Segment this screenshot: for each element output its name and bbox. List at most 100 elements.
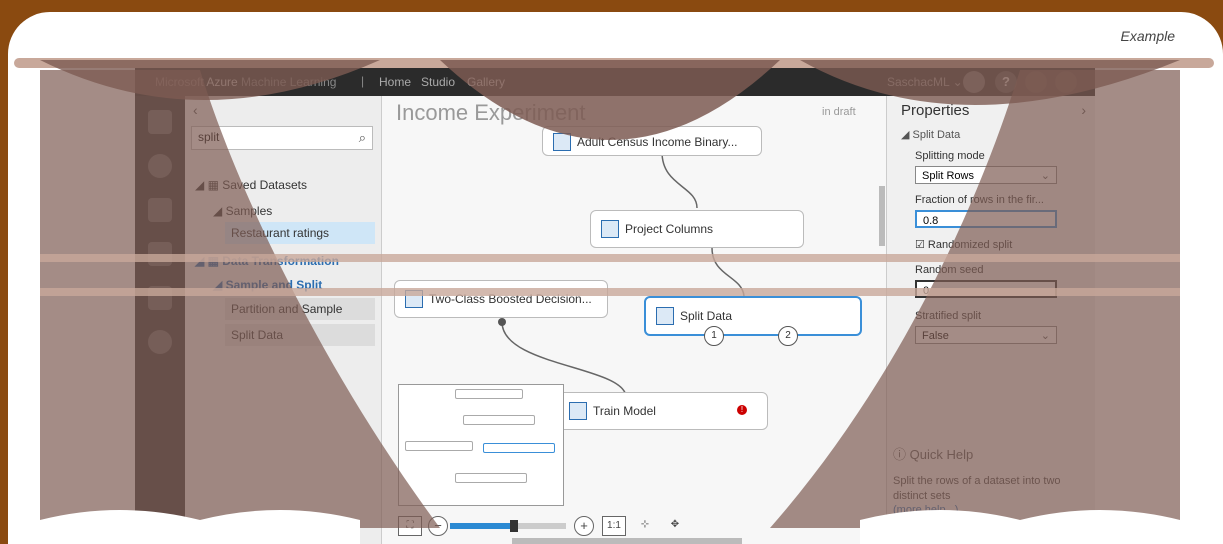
properties-title: Properties	[901, 102, 970, 119]
nav-separator: |	[361, 74, 365, 88]
tree-leaf-split-data[interactable]: Split Data	[225, 324, 375, 346]
dataset-icon	[553, 133, 571, 151]
tree-leaf-partition-and-sample[interactable]: Partition and Sample	[225, 298, 375, 320]
splitting-mode-value: Split Rows	[922, 170, 974, 182]
minimap-node-split	[483, 443, 555, 453]
properties-panel: Properties › ◢ Split Data Splitting mode…	[886, 96, 1095, 544]
node-label: Two-Class Boosted Decision...	[429, 292, 592, 306]
module-palette: ‹ ⌕ ◢ ▦ Saved Datasets ◢ Samples Restaur…	[185, 96, 382, 544]
table-transform-icon	[601, 220, 619, 238]
zoom-in-button[interactable]: +	[574, 516, 594, 536]
output-port-twoclass	[498, 318, 506, 326]
zoom-slider[interactable]	[450, 520, 566, 532]
search-input[interactable]	[192, 127, 354, 147]
output-port-1[interactable]: 1	[704, 326, 724, 346]
actual-size-button[interactable]: 1:1	[602, 516, 626, 536]
tree-samples[interactable]: ◢ Samples	[213, 204, 272, 218]
properties-section[interactable]: ◢ Split Data	[901, 128, 960, 141]
minimap-node-project	[463, 415, 535, 425]
presentation-frame: Example Microsoft Azure Machine Learning…	[8, 12, 1223, 544]
model-icon	[405, 290, 423, 308]
quick-help-title[interactable]: ⓘ Quick Help	[893, 444, 973, 463]
randomized-split-checkbox[interactable]: ☑ Randomized split	[915, 238, 1012, 251]
minimap-node-twoclass	[405, 441, 473, 451]
minimap-node-census	[455, 389, 523, 399]
nav-home[interactable]: Home	[379, 75, 411, 89]
experiments-flask-icon[interactable]	[148, 110, 172, 134]
fraction-input[interactable]: 0.8	[915, 210, 1057, 228]
fit-to-screen-icon[interactable]: ⛶	[398, 516, 422, 536]
model-icon	[569, 402, 587, 420]
search-icon[interactable]: ⌕	[359, 130, 366, 146]
zoom-out-button[interactable]: −	[428, 516, 448, 536]
nav-studio[interactable]: Studio	[421, 75, 455, 89]
help-icon[interactable]: ?	[995, 71, 1017, 93]
tree-sample-and-split[interactable]: ◢ Sample and Split	[213, 278, 322, 292]
randomized-split-label: Randomized split	[927, 239, 1013, 251]
tree-leaf-restaurant-ratings[interactable]: Restaurant ratings	[225, 222, 375, 244]
node-adult-census-income[interactable]: Adult Census Income Binary...	[542, 126, 762, 156]
example-label: Example	[1120, 28, 1175, 44]
brand-product: Machine Learning	[241, 75, 337, 89]
stratified-split-label: Stratified split	[915, 310, 982, 322]
tree-data-transformation-label: Data Transformation	[222, 254, 339, 268]
node-project-columns[interactable]: Project Columns	[590, 210, 804, 248]
connector-project-to-split	[711, 247, 745, 297]
random-seed-input[interactable]: 0	[915, 280, 1057, 298]
minimap-node-train	[455, 473, 527, 483]
zoom-toolbar: ⛶ − + 1:1 ⊹ ✥	[398, 514, 698, 538]
error-icon[interactable]: !	[737, 405, 747, 415]
tree-samples-label: Samples	[225, 204, 273, 218]
feedback-smiley-icon[interactable]	[1055, 71, 1077, 93]
node-two-class-boosted-decision-tree[interactable]: Two-Class Boosted Decision...	[394, 280, 608, 318]
web-services-globe-icon[interactable]	[148, 154, 172, 178]
tree-sample-and-split-label: Sample and Split	[225, 278, 323, 292]
node-label: Train Model	[593, 404, 656, 418]
node-label: Project Columns	[625, 222, 714, 236]
fraction-label: Fraction of rows in the fir...	[915, 194, 1044, 206]
tree-saved-datasets-label: Saved Datasets	[222, 178, 307, 192]
center-icon[interactable]: ⊹	[634, 516, 656, 534]
experiment-canvas[interactable]: Income Experiment in draft Adult Census …	[382, 96, 886, 544]
nav-gallery[interactable]: Gallery	[467, 75, 505, 89]
node-label: Adult Census Income Binary...	[577, 135, 738, 149]
output-port-2[interactable]: 2	[778, 326, 798, 346]
properties-section-label: Split Data	[912, 129, 961, 141]
table-transform-icon	[656, 307, 674, 325]
avatar[interactable]	[963, 71, 985, 93]
brand-title: Microsoft Azure Machine Learning	[155, 75, 336, 89]
more-help-link[interactable]: (more help...)	[893, 504, 958, 516]
collapse-palette-icon[interactable]: ‹	[193, 102, 198, 118]
notebooks-icon[interactable]	[148, 198, 172, 222]
stratified-split-value: False	[922, 330, 949, 342]
stratified-split-select[interactable]: False ⌄	[915, 326, 1057, 344]
top-navigation-bar: Microsoft Azure Machine Learning | Home …	[135, 68, 1095, 96]
azure-ml-studio-window: Microsoft Azure Machine Learning | Home …	[135, 68, 1095, 544]
pan-icon[interactable]: ✥	[664, 516, 686, 534]
curtain-rod	[14, 58, 1214, 68]
search-box: ⌕	[191, 126, 373, 150]
quick-help-title-label: Quick Help	[909, 447, 974, 462]
quick-help-text: Split the rows of a dataset into two dis…	[893, 475, 1061, 502]
left-icon-rail	[135, 96, 185, 544]
random-seed-label: Random seed	[915, 264, 984, 276]
canvas-vertical-scrollbar[interactable]	[879, 186, 885, 246]
collapse-properties-icon[interactable]: ›	[1081, 102, 1086, 118]
node-label: Split Data	[680, 309, 733, 323]
user-menu[interactable]: SaschacML ⌄	[887, 75, 963, 89]
trained-models-cube-icon[interactable]	[148, 286, 172, 310]
settings-gear-icon[interactable]	[148, 330, 172, 354]
datasets-icon[interactable]	[148, 242, 172, 266]
community-icon[interactable]	[1025, 71, 1047, 93]
node-train-model[interactable]: Train Model !	[558, 392, 768, 430]
canvas-minimap[interactable]	[398, 384, 564, 506]
tree-saved-datasets[interactable]: ◢ ▦ Saved Datasets	[195, 178, 307, 192]
zoom-slider-fill	[450, 523, 514, 529]
node-split-data[interactable]: Split Data 1 2	[644, 296, 862, 346]
tree-data-transformation[interactable]: ◢ ▦ Data Transformation	[195, 254, 339, 268]
zoom-slider-knob[interactable]	[509, 520, 518, 532]
connector-census-to-project	[661, 151, 698, 209]
chevron-down-icon: ⌄	[1040, 170, 1050, 182]
splitting-mode-select[interactable]: Split Rows ⌄	[915, 166, 1057, 184]
canvas-horizontal-scrollbar[interactable]	[512, 538, 742, 544]
